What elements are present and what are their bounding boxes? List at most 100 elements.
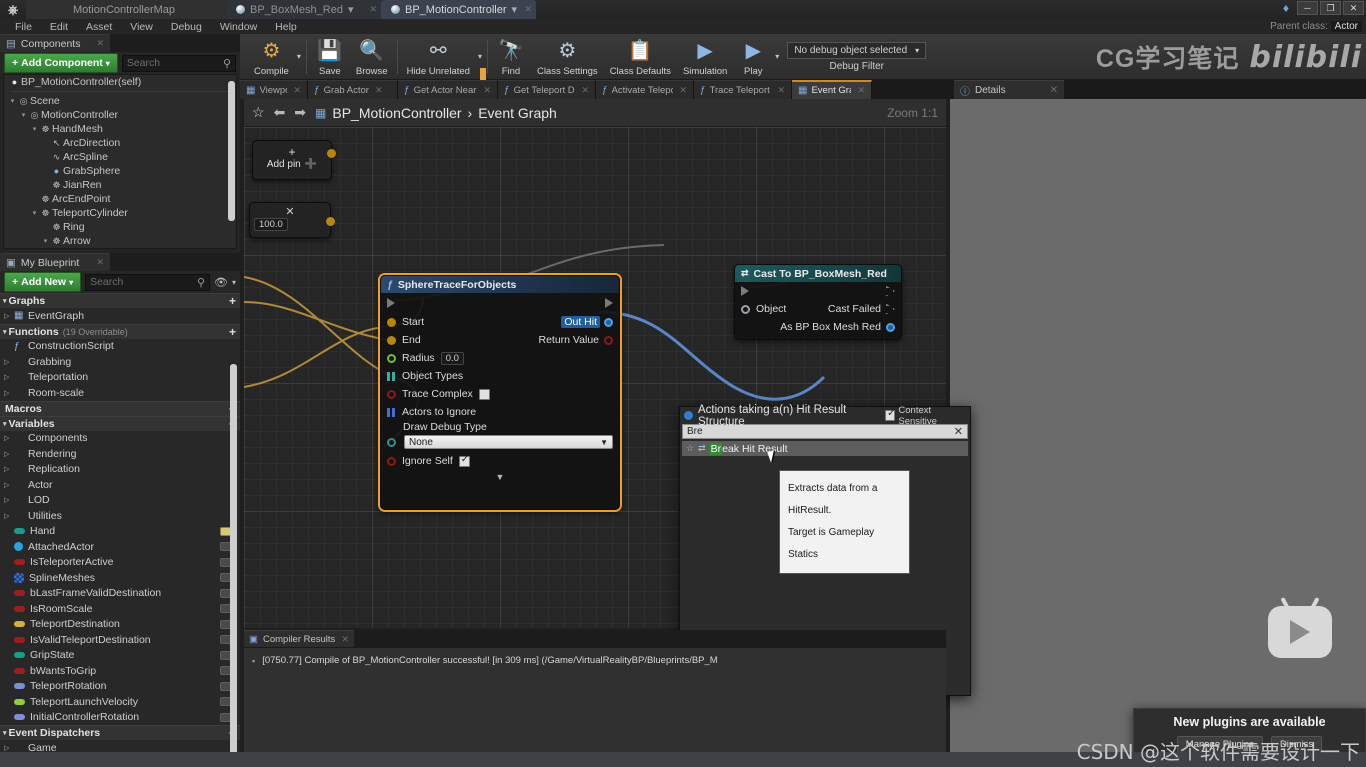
- section-header-macros[interactable]: Macros+: [0, 400, 240, 416]
- draw-debug-type-dropdown[interactable]: None ▼: [404, 435, 613, 449]
- cast-failed-pin[interactable]: [886, 303, 895, 315]
- component-tree-item[interactable]: ▾ ☸ HandMesh: [4, 122, 236, 136]
- disclosure-arrow-icon[interactable]: ▷: [4, 373, 14, 381]
- component-tree-item[interactable]: ▾ ☸ Arrow: [4, 234, 236, 248]
- disclosure-arrow-icon[interactable]: ▾: [41, 237, 50, 245]
- add-pin-node[interactable]: + Add pin ➕: [252, 140, 336, 180]
- tree-row-root[interactable]: ● BP_MotionController(self): [4, 75, 236, 89]
- graph-tab-get-teleport-dest[interactable]: ƒGet Teleport Dest ✕: [498, 80, 596, 99]
- menu-file[interactable]: File: [6, 21, 41, 33]
- variable-row[interactable]: AttachedActor: [0, 539, 240, 555]
- variable-row[interactable]: IsTeleporterActive: [0, 555, 240, 571]
- close-icon[interactable]: ✕: [679, 85, 687, 96]
- exec-out-pin[interactable]: [605, 298, 613, 308]
- cast-to-bp-boxmesh-red-node[interactable]: ⇄ Cast To BP_BoxMesh_Red Object Cast Fai…: [734, 264, 902, 340]
- actors-to-ignore-pin[interactable]: [387, 407, 396, 417]
- variable-row[interactable]: bLastFrameValidDestination: [0, 586, 240, 602]
- variable-row[interactable]: SplineMeshes: [0, 570, 240, 586]
- return-value-pin[interactable]: [604, 335, 613, 345]
- as-box-mesh-red-pin[interactable]: [886, 322, 895, 332]
- close-icon[interactable]: ✕: [96, 38, 104, 49]
- ignore-self-checkbox[interactable]: [458, 454, 470, 467]
- variable-row[interactable]: IsRoomScale: [0, 601, 240, 617]
- favorite-star-icon[interactable]: ☆: [252, 104, 265, 121]
- end-pin[interactable]: [387, 335, 396, 345]
- component-tree-item[interactable]: ▾ ☸ TeleportCylinder: [4, 206, 236, 220]
- toolbar-compile-button[interactable]: ⚙ Compile: [248, 35, 295, 79]
- add-section-item-button[interactable]: +: [229, 325, 236, 339]
- component-tree-rows[interactable]: ▾ ◎ Scene ▾ ◎ MotionController ▾ ☸ HandMesh ↖ ArcD…: [4, 94, 236, 248]
- chevron-down-icon[interactable]: ▾: [478, 52, 482, 61]
- blueprint-list-item[interactable]: ▷ Actor: [0, 477, 240, 493]
- blueprint-list-item[interactable]: ▷ ▦ EventGraph: [0, 308, 240, 324]
- myblueprint-search-input[interactable]: Search ⚲: [85, 273, 211, 291]
- graph-tab-trace-teleport-d[interactable]: ƒTrace Teleport D ✕: [694, 80, 792, 99]
- tab-details[interactable]: ⓘ Details ✕: [954, 80, 1064, 99]
- expand-node-arrow-icon[interactable]: ▼: [381, 472, 619, 482]
- variable-row[interactable]: TeleportLaunchVelocity: [0, 694, 240, 710]
- context-sensitive-checkbox[interactable]: [885, 408, 896, 421]
- add-section-item-button[interactable]: +: [229, 294, 236, 308]
- radius-field[interactable]: 0.0: [440, 351, 464, 365]
- variable-row[interactable]: TeleportDestination: [0, 617, 240, 633]
- tab-components[interactable]: ▤ Components ✕: [0, 34, 110, 52]
- menu-debug[interactable]: Debug: [162, 21, 211, 33]
- my-blueprint-list[interactable]: ▾ Graphs + ▷ ▦ EventGraph ▾ Functions (19 Overri…: [0, 293, 240, 752]
- object-types-pin[interactable]: [387, 371, 396, 381]
- start-pin[interactable]: [387, 317, 396, 327]
- output-pin[interactable]: [327, 149, 336, 158]
- toolbar-find-button[interactable]: 🔭 Find: [491, 35, 531, 79]
- chevron-down-icon[interactable]: ▾: [297, 52, 301, 61]
- disclosure-arrow-icon[interactable]: ▷: [4, 358, 14, 366]
- cast-object-pin[interactable]: [741, 304, 750, 314]
- back-arrow-icon[interactable]: ⬅: [274, 104, 286, 121]
- clear-icon[interactable]: ✕: [954, 425, 963, 438]
- component-tree-item[interactable]: ↖ ArcDirection: [4, 136, 236, 150]
- disclosure-arrow-icon[interactable]: ▾: [30, 125, 39, 133]
- parent-class-value[interactable]: Actor: [1330, 21, 1362, 32]
- add-component-button[interactable]: + Add Component ▾: [4, 53, 118, 73]
- value-node[interactable]: ✕ 100.0: [249, 202, 335, 238]
- disclosure-arrow-icon[interactable]: ▷: [4, 744, 14, 752]
- disclosure-arrow-icon[interactable]: ▷: [4, 512, 14, 520]
- breadcrumb-root[interactable]: BP_MotionController: [332, 105, 461, 121]
- blueprint-list-item[interactable]: ▷ Components: [0, 431, 240, 447]
- disclosure-arrow-icon[interactable]: ▾: [19, 111, 28, 119]
- favorite-star-icon[interactable]: ☆: [686, 443, 694, 454]
- disclosure-arrow-icon[interactable]: ▷: [4, 312, 14, 320]
- graph-tab-activate-teleport[interactable]: ƒActivate Teleport ✕: [596, 80, 694, 99]
- component-tree-item[interactable]: ☸ Ring: [4, 220, 236, 234]
- value-node-field[interactable]: 100.0: [254, 218, 288, 231]
- disclosure-arrow-icon[interactable]: ▷: [4, 434, 14, 442]
- close-icon[interactable]: ✕: [96, 257, 104, 268]
- variable-row[interactable]: IsValidTeleportDestination: [0, 632, 240, 648]
- blueprint-list-item[interactable]: ▷ Game: [0, 740, 240, 752]
- close-icon[interactable]: ✕: [369, 4, 377, 15]
- tab-compiler-results[interactable]: ▣ Compiler Results ✕: [244, 630, 354, 647]
- close-icon[interactable]: ✕: [375, 85, 383, 96]
- section-header-event-dispatchers[interactable]: ▾Event Dispatchers+: [0, 725, 240, 740]
- disclosure-arrow-icon[interactable]: ▾: [3, 328, 7, 336]
- variable-row[interactable]: GripState: [0, 648, 240, 664]
- variable-row[interactable]: InitialControllerRotation: [0, 710, 240, 726]
- disclosure-arrow-icon[interactable]: ▾: [3, 297, 7, 305]
- close-icon[interactable]: ✕: [857, 85, 865, 96]
- toolbar-simulation-button[interactable]: ▶ Simulation: [677, 35, 733, 79]
- output-pin[interactable]: [326, 216, 335, 226]
- toolbar-save-button[interactable]: 💾 Save: [310, 35, 350, 79]
- add-new-button[interactable]: + Add New ▾: [4, 272, 82, 292]
- disclosure-arrow-icon[interactable]: ▷: [4, 465, 14, 473]
- blueprint-list-item[interactable]: ▷ Teleportation: [0, 370, 240, 386]
- chevron-down-icon[interactable]: ▾: [775, 52, 779, 61]
- close-icon[interactable]: ✕: [1050, 85, 1058, 96]
- toolbar-class-settings-button[interactable]: ⚙ Class Settings: [531, 35, 604, 79]
- menu-help[interactable]: Help: [266, 21, 306, 33]
- title-tab-motioncontroller[interactable]: BP_MotionController ▾ ✕: [381, 0, 536, 19]
- components-tree[interactable]: ● BP_MotionController(self) ▾ ◎ Scene ▾ ◎ Mot…: [3, 74, 237, 249]
- graph-tab-event-graph[interactable]: ▦Event Graph ✕: [792, 80, 872, 99]
- cast-exec-in-pin[interactable]: [741, 286, 749, 296]
- section-header-functions[interactable]: ▾ Functions (19 Overridable) +: [0, 323, 240, 339]
- menu-edit[interactable]: Edit: [41, 21, 77, 33]
- blueprint-list-item[interactable]: ▷ Rendering: [0, 446, 240, 462]
- component-tree-item[interactable]: ● GrabSphere: [4, 164, 236, 178]
